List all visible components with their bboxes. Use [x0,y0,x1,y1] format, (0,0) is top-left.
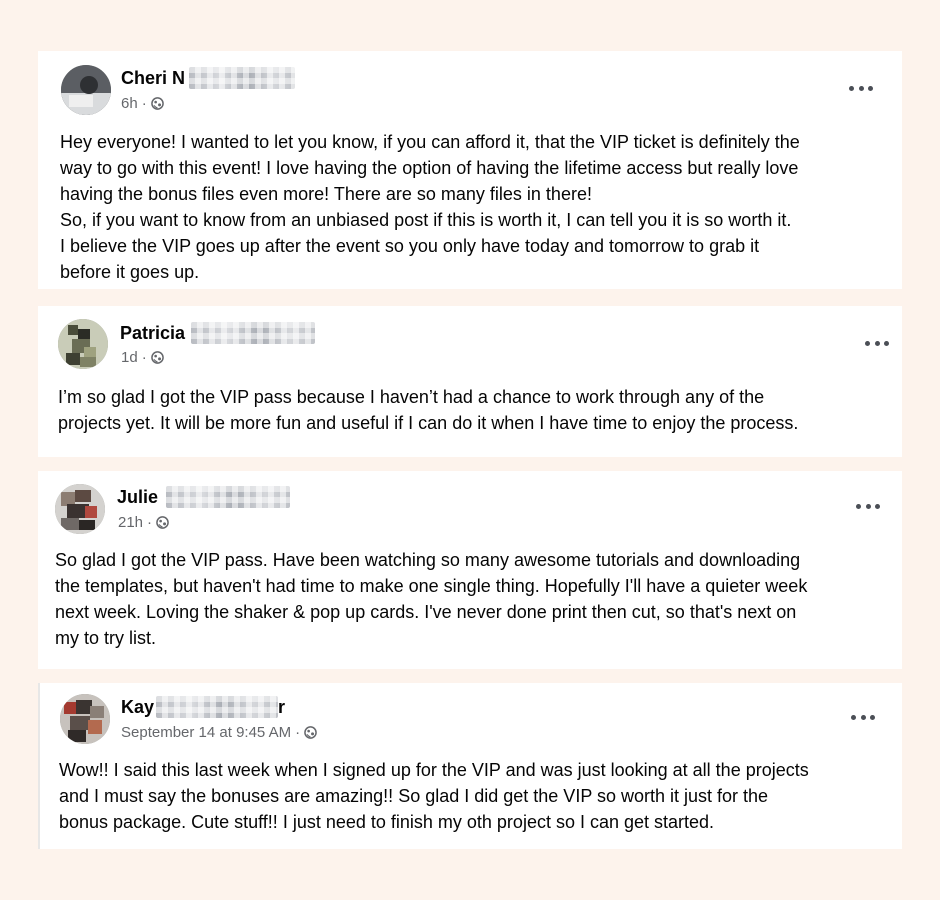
post-timestamp[interactable]: 1d [121,349,138,366]
author-row: Julie [117,485,291,509]
post-timestamp[interactable]: 21h [118,514,143,531]
author-name[interactable]: Julie [117,487,158,508]
author-row: Patricia [120,321,316,345]
meta-separator: · [141,349,147,366]
post-text-line: before it goes up. [60,262,200,282]
post-timestamp[interactable]: 6h [121,95,138,112]
redacted-name-blur [191,322,316,344]
author-name[interactable]: Kay [121,697,154,718]
post-text-line: the templates, but haven't had time to m… [55,576,808,596]
post-text-line: way to go with this event! I love having… [60,158,799,178]
author-name[interactable]: Cheri N [121,68,185,89]
meta-separator: · [147,514,153,531]
post-meta: September 14 at 9:45 AM · [121,724,317,741]
post-text-line: I’m so glad I got the VIP pass because I… [58,387,765,407]
post-text-line: Hey everyone! I wanted to let you know, … [60,132,800,152]
post-card-patricia: Patricia 1d · I’m so glad I got the VIP … [38,306,902,457]
author-name-tail: r [278,696,286,717]
avatar[interactable] [55,484,105,534]
post-card-kay: Kay r September 14 at 9:45 AM · Wow!! I … [38,683,902,849]
avatar[interactable] [58,319,108,369]
globe-icon [304,726,317,739]
post-meta: 21h · [118,514,169,531]
post-card-cheri: Cheri N 6h · Hey everyone! I wanted to l… [38,51,902,289]
more-options-icon[interactable] [865,338,889,348]
post-body: I’m so glad I got the VIP pass because I… [58,384,798,436]
redacted-name-blur [156,696,279,718]
globe-icon [156,516,169,529]
post-text-line: Wow!! I said this last week when I signe… [59,760,809,780]
post-text-line: and I must say the bonuses are amazing!!… [59,786,769,806]
post-body: Wow!! I said this last week when I signe… [59,757,809,835]
post-text-line: my to try list. [55,628,157,648]
post-text-line: So glad I got the VIP pass. Have been wa… [55,550,801,570]
post-text-line: projects yet. It will be more fun and us… [58,413,799,433]
author-name[interactable]: Patricia [120,323,185,344]
avatar[interactable] [61,65,111,115]
post-text-line: So, if you want to know from an unbiased… [60,210,792,230]
redacted-name-blur [189,67,296,89]
more-options-icon[interactable] [856,501,880,511]
post-text-line: bonus package. Cute stuff!! I just need … [59,812,715,832]
redacted-name-blur [166,486,291,508]
more-options-icon[interactable] [851,712,875,722]
author-row: Cheri N [121,66,296,90]
meta-separator: · [141,95,147,112]
globe-icon [150,97,164,110]
post-text-line: next week. Loving the shaker & pop up ca… [55,602,797,622]
globe-icon [150,351,164,364]
post-text-line: I believe the VIP goes up after the even… [60,236,760,256]
post-text-line: having the bonus files even more! There … [60,184,592,204]
post-timestamp[interactable]: September 14 at 9:45 AM [121,724,291,741]
more-options-icon[interactable] [849,83,873,93]
post-meta: 6h · [121,95,164,112]
post-body: Hey everyone! I wanted to let you know, … [60,129,800,285]
post-body: So glad I got the VIP pass. Have been wa… [55,547,807,651]
post-card-julie: Julie 21h · So glad I got the VIP pass. … [38,471,902,669]
avatar[interactable] [60,694,110,744]
author-row: Kay r [121,695,285,719]
post-meta: 1d · [121,349,164,366]
meta-separator: · [295,724,301,741]
